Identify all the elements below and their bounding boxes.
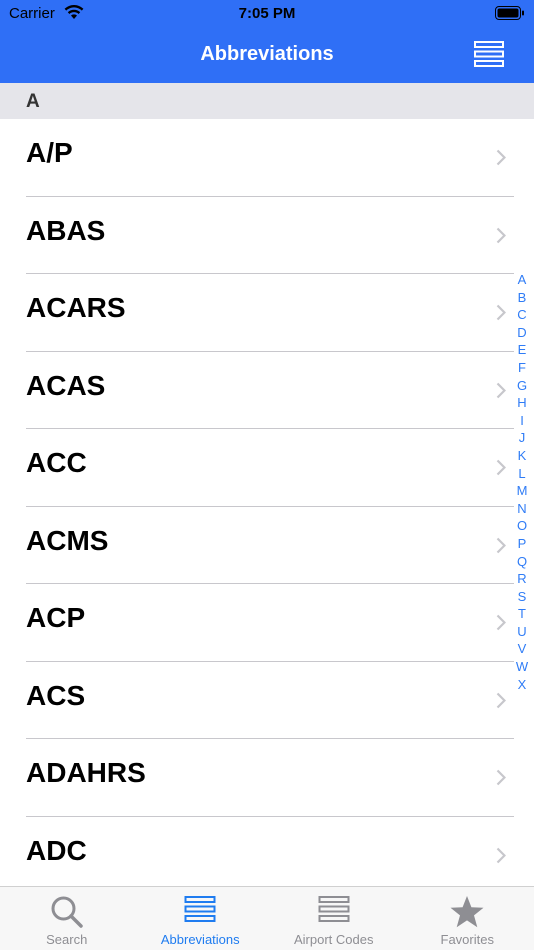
- list-item-label: ACC: [26, 447, 87, 478]
- tab-favorites[interactable]: Favorites: [401, 887, 534, 950]
- list-item-label: ADC: [26, 834, 87, 866]
- search-icon: [50, 895, 84, 934]
- chevron-right-icon: [496, 382, 507, 404]
- tab-airport-codes[interactable]: Airport Codes: [267, 887, 401, 950]
- tab-label: Search: [46, 932, 88, 947]
- list-item-label: ACARS: [26, 292, 126, 323]
- tab-search[interactable]: Search: [0, 887, 134, 950]
- list-item-label: A/P: [26, 137, 73, 168]
- index-letter[interactable]: N: [517, 500, 526, 518]
- chevron-right-icon: [496, 847, 507, 869]
- chevron-right-icon: [496, 692, 507, 714]
- section-index[interactable]: A B C D E F G H I J K L M N O P Q R S T …: [514, 271, 530, 693]
- list-item[interactable]: ADC: [0, 817, 534, 887]
- chevron-right-icon: [496, 537, 507, 559]
- index-letter[interactable]: I: [520, 412, 524, 430]
- tab-label: Favorites: [440, 932, 494, 947]
- tab-bar: Search Abbreviations Airport Codes Favor…: [0, 886, 534, 950]
- index-letter[interactable]: L: [518, 465, 525, 483]
- index-letter[interactable]: A: [518, 271, 527, 289]
- chevron-right-icon: [496, 614, 507, 636]
- list-item-label: ACS: [26, 679, 86, 711]
- index-letter[interactable]: P: [518, 535, 527, 553]
- index-letter[interactable]: T: [518, 605, 526, 623]
- index-letter[interactable]: S: [518, 588, 527, 606]
- tab-label: Airport Codes: [294, 932, 374, 947]
- index-letter[interactable]: X: [518, 676, 527, 694]
- index-letter[interactable]: C: [517, 306, 526, 324]
- list-item[interactable]: ACAS: [0, 352, 534, 429]
- index-letter[interactable]: B: [518, 289, 527, 307]
- list-item[interactable]: ACC: [0, 429, 534, 507]
- list-icon: [318, 895, 350, 928]
- menu-button[interactable]: [474, 41, 504, 67]
- star-icon: [449, 895, 485, 934]
- list-item[interactable]: ACP: [0, 584, 534, 662]
- page-title: Abbreviations: [200, 43, 334, 65]
- tab-abbreviations[interactable]: Abbreviations: [134, 887, 268, 950]
- battery-icon: [495, 6, 525, 24]
- list-item[interactable]: ACS: [0, 662, 534, 739]
- list-icon: [474, 41, 504, 67]
- chevron-right-icon: [496, 304, 507, 326]
- chevron-right-icon: [496, 769, 507, 791]
- index-letter[interactable]: H: [517, 394, 526, 412]
- index-letter[interactable]: G: [517, 377, 527, 395]
- chevron-right-icon: [496, 227, 507, 249]
- index-letter[interactable]: R: [517, 570, 526, 588]
- index-letter[interactable]: J: [519, 429, 526, 447]
- navigation-bar: Abbreviations: [0, 28, 534, 83]
- list-item-label: ACMS: [26, 524, 109, 556]
- list-item-label: ACAS: [26, 369, 106, 401]
- index-letter[interactable]: V: [518, 640, 527, 658]
- list-icon: [184, 895, 216, 928]
- index-letter[interactable]: O: [517, 517, 527, 535]
- list-item-label: ADAHRS: [26, 757, 146, 788]
- clock: 7:05 PM: [238, 5, 296, 22]
- list-item-label: ABAS: [26, 214, 106, 246]
- index-letter[interactable]: E: [518, 341, 527, 359]
- index-letter[interactable]: D: [517, 324, 526, 342]
- index-letter[interactable]: M: [517, 482, 528, 500]
- abbreviation-list: A/P ABAS ACARS ACAS ACC ACMS ACP ACS ADA…: [0, 119, 534, 886]
- list-item[interactable]: ACARS: [0, 274, 534, 352]
- list-item[interactable]: ADAHRS: [0, 739, 534, 817]
- section-header: A: [0, 83, 534, 119]
- list-item[interactable]: A/P: [0, 119, 534, 197]
- status-bar: Carrier 7:05 PM: [0, 0, 534, 28]
- list-item[interactable]: ACMS: [0, 507, 534, 584]
- chevron-right-icon: [496, 459, 507, 481]
- index-letter[interactable]: W: [516, 658, 528, 676]
- chevron-right-icon: [496, 149, 507, 171]
- list-item-label: ACP: [26, 602, 86, 633]
- tab-label: Abbreviations: [160, 932, 240, 947]
- index-letter[interactable]: K: [518, 447, 527, 465]
- index-letter[interactable]: Q: [517, 553, 527, 571]
- index-letter[interactable]: F: [518, 359, 526, 377]
- list-item[interactable]: ABAS: [0, 197, 534, 274]
- index-letter[interactable]: U: [517, 623, 526, 641]
